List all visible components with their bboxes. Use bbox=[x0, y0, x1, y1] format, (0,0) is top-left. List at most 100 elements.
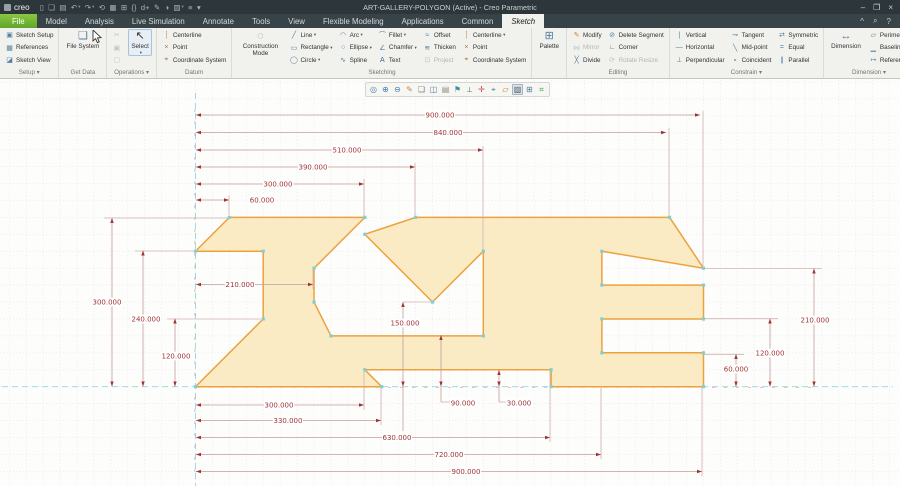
dim-label[interactable]: 120.000 bbox=[162, 353, 191, 361]
redo-button[interactable]: ↷▾ bbox=[83, 3, 97, 12]
coincident-button[interactable]: ∘Coincident bbox=[729, 54, 774, 67]
tab-annotate[interactable]: Annotate bbox=[194, 14, 243, 28]
sketch-viewport[interactable]: 900.000 840.000 510.000 390.000 300.000 60.00… bbox=[0, 79, 900, 486]
annotation-display-icon[interactable]: ⚑ bbox=[452, 84, 463, 95]
relations-button[interactable]: {} bbox=[129, 3, 138, 12]
cut-button[interactable]: ✂ bbox=[110, 29, 125, 42]
dim-label[interactable]: 240.000 bbox=[132, 316, 161, 324]
dim-label[interactable]: 120.000 bbox=[756, 350, 785, 358]
mirror-button[interactable]: ⋈Mirror bbox=[570, 42, 604, 55]
tab-model[interactable]: Model bbox=[37, 14, 76, 28]
dim-label[interactable]: 210.000 bbox=[226, 281, 255, 289]
tab-file[interactable]: File bbox=[0, 14, 37, 28]
project-button[interactable]: ⊡Project bbox=[421, 54, 458, 67]
dim-label[interactable]: 150.000 bbox=[391, 320, 420, 328]
dim-label[interactable]: 900.000 bbox=[452, 468, 481, 476]
dim-label[interactable]: 30.000 bbox=[507, 400, 532, 408]
saved-orientations-icon[interactable]: ◫ bbox=[428, 84, 439, 95]
layers-button[interactable]: ≡ bbox=[186, 3, 195, 12]
datum-display-filters-icon[interactable]: ⟂ bbox=[464, 84, 475, 95]
sketch-display-filters-icon[interactable]: ▨ bbox=[512, 84, 523, 95]
dim-label[interactable]: 840.000 bbox=[434, 129, 463, 137]
dimension-button[interactable]: ↔Dimension bbox=[828, 29, 864, 50]
close-button[interactable]: × bbox=[888, 3, 893, 12]
dim-label[interactable]: 510.000 bbox=[333, 147, 362, 155]
perimeter-button[interactable]: ▱Perimeter bbox=[867, 29, 900, 42]
dimensions[interactable]: 900.000 840.000 510.000 390.000 300.000 60.00… bbox=[92, 111, 830, 476]
dim-label[interactable]: 900.000 bbox=[426, 112, 455, 120]
point-button[interactable]: ×Point bbox=[160, 42, 229, 55]
tab-view[interactable]: View bbox=[279, 14, 314, 28]
symmetric-button[interactable]: ⇄Symmetric bbox=[775, 29, 820, 42]
display-options-button[interactable]: ▧▾ bbox=[171, 3, 186, 12]
rotate-resize-button[interactable]: ⟳Rotate Resize bbox=[606, 54, 666, 67]
delete-segment-button[interactable]: ⊘Delete Segment bbox=[606, 29, 666, 42]
dim-label[interactable]: 90.000 bbox=[451, 400, 476, 408]
divide-button[interactable]: ╳Divide bbox=[570, 54, 604, 67]
grid-display-icon[interactable]: ⊞ bbox=[524, 84, 535, 95]
dim-label[interactable]: 60.000 bbox=[250, 197, 275, 205]
undo-button[interactable]: ↶▾ bbox=[69, 3, 83, 12]
sketch-setup-button[interactable]: ▣Sketch Setup bbox=[3, 29, 55, 42]
text-button[interactable]: AText bbox=[376, 54, 419, 67]
dim-label[interactable]: 300.000 bbox=[264, 181, 293, 189]
tab-analysis[interactable]: Analysis bbox=[76, 14, 123, 28]
new-file-button[interactable]: ▯ bbox=[38, 3, 47, 12]
dim-label[interactable]: 60.000 bbox=[724, 366, 749, 374]
sketch-view-button[interactable]: ◪Sketch View bbox=[3, 54, 55, 67]
zoom-in-icon[interactable]: ⊕ bbox=[380, 84, 391, 95]
dim-label[interactable]: 630.000 bbox=[383, 434, 412, 442]
palette-button[interactable]: ⊞Palette bbox=[536, 29, 562, 50]
reference-button[interactable]: ↦Reference bbox=[867, 54, 900, 67]
view-manager-icon[interactable]: ▤ bbox=[440, 84, 451, 95]
dim-label[interactable]: 390.000 bbox=[299, 164, 328, 172]
tab-live-simulation[interactable]: Live Simulation bbox=[123, 14, 194, 28]
corner-button[interactable]: ∟Corner bbox=[606, 42, 666, 55]
regenerate-button[interactable]: ⟲ bbox=[97, 3, 108, 12]
spin-center-icon[interactable]: ✛ bbox=[476, 84, 487, 95]
copy-button[interactable]: ▣ bbox=[110, 42, 125, 55]
tab-common[interactable]: Common bbox=[453, 14, 503, 28]
line-button[interactable]: ╱Line▾ bbox=[287, 29, 334, 42]
mid-point-button[interactable]: ╲Mid-point bbox=[729, 42, 774, 55]
coordinate-system-button[interactable]: ⌖Coordinate System bbox=[460, 54, 529, 67]
perpendicular-button[interactable]: ⊥Perpendicular bbox=[673, 54, 727, 67]
fillet-button[interactable]: ⌒Fillet▾ bbox=[376, 29, 419, 42]
shading-style-icon[interactable]: ❏ bbox=[416, 84, 427, 95]
sketch-view-icon[interactable]: ▱ bbox=[500, 84, 511, 95]
more-commands-button[interactable]: ▾ bbox=[195, 3, 203, 12]
tab-flexible-modeling[interactable]: Flexible Modeling bbox=[314, 14, 393, 28]
construction-mode-button[interactable]: ◌Construction Mode bbox=[236, 29, 284, 57]
ellipse-button[interactable]: ○Ellipse▾ bbox=[337, 42, 374, 55]
dim-label[interactable]: 720.000 bbox=[435, 451, 464, 459]
baseline-button[interactable]: ▁Baseline bbox=[867, 42, 900, 55]
tab-tools[interactable]: Tools bbox=[243, 14, 279, 28]
appearance-button[interactable]: ◑ bbox=[162, 3, 171, 12]
refit-icon[interactable]: ◎ bbox=[368, 84, 379, 95]
save-button[interactable]: ▤ bbox=[57, 3, 68, 12]
centerline-button[interactable]: ┆Centerline bbox=[160, 29, 229, 42]
modify-button[interactable]: ✎Modify bbox=[570, 29, 604, 42]
circle-button[interactable]: ◯Circle▾ bbox=[287, 54, 334, 67]
help-icon[interactable]: ? bbox=[887, 17, 891, 26]
restore-button[interactable]: ❐ bbox=[873, 3, 880, 12]
references-button[interactable]: ▦References bbox=[3, 42, 55, 55]
tangent-button[interactable]: ⊸Tangent bbox=[729, 29, 774, 42]
minimize-button[interactable]: – bbox=[861, 3, 865, 12]
horizontal-button[interactable]: —Horizontal bbox=[673, 42, 727, 55]
parallel-button[interactable]: ∥Parallel bbox=[775, 54, 820, 67]
vertical-button[interactable]: |Vertical bbox=[673, 29, 727, 42]
repaint-icon[interactable]: ✎ bbox=[404, 84, 415, 95]
snap-to-grid-icon[interactable]: ⌗ bbox=[536, 84, 547, 95]
chamfer-button[interactable]: ∠Chamfer▾ bbox=[376, 42, 419, 55]
offset-button[interactable]: ≈Offset bbox=[421, 29, 458, 42]
open-file-button[interactable]: ❏ bbox=[46, 3, 57, 12]
rectangle-button[interactable]: ▭Rectangle▾ bbox=[287, 42, 334, 55]
graphics-area[interactable]: 900.000 840.000 510.000 390.000 300.000 60.00… bbox=[0, 79, 900, 486]
spline-button[interactable]: ∿Spline bbox=[337, 54, 374, 67]
centerlines[interactable] bbox=[2, 93, 893, 486]
select-button[interactable]: ↖Select▾ bbox=[128, 29, 152, 56]
command-search-icon[interactable]: ⌕ bbox=[873, 16, 877, 26]
point-button[interactable]: ×Point bbox=[460, 42, 529, 55]
dim-label[interactable]: 210.000 bbox=[801, 317, 830, 325]
